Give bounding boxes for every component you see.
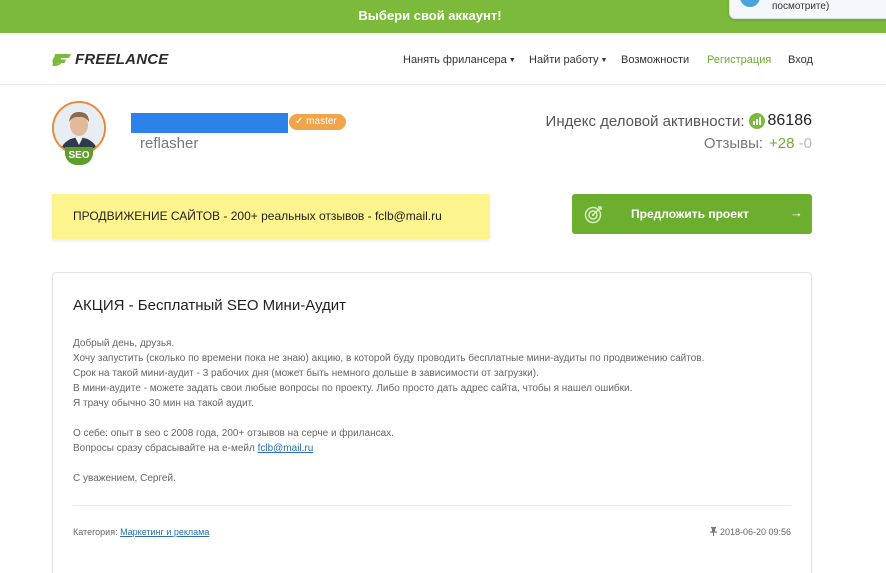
nav-find-work-label: Найти работу (529, 54, 599, 66)
activity-chart-icon (748, 113, 765, 129)
page: Выбери свой аккаунт! посмотрите) FREELAN… (0, 0, 886, 573)
propose-project-button[interactable]: Предложить проект → (572, 194, 812, 234)
activity-value: 86186 (767, 112, 813, 129)
help-tooltip: посмотрите) (729, 0, 886, 19)
propose-project-label: Предложить проект (631, 207, 749, 221)
nav-features[interactable]: Возможности (621, 54, 689, 66)
post-line: В мини-аудите - можете задать свои любые… (73, 383, 633, 394)
master-badge[interactable]: ✓ master (289, 114, 346, 130)
post-title: АКЦИЯ - Бесплатный SEO Мини-Аудит (73, 297, 347, 314)
reviews[interactable]: Отзывы: +28 -0 (704, 135, 812, 152)
reviews-positive[interactable]: +28 (769, 135, 794, 152)
contact-email-link[interactable]: fclb@mail.ru (258, 443, 314, 454)
reviews-negative[interactable]: -0 (799, 135, 812, 152)
site-logo[interactable]: FREELANCE (52, 51, 168, 68)
post-card: АКЦИЯ - Бесплатный SEO Мини-Аудит Добрый… (52, 272, 812, 573)
master-badge-label: master (306, 116, 337, 127)
card-divider (73, 505, 791, 506)
username: reflasher (140, 135, 199, 152)
post-date-value: 2018-06-20 09:56 (719, 527, 791, 537)
banner-text: ПРОДВИЖЕНИЕ САЙТОВ - 200+ реальных отзыв… (73, 209, 442, 223)
post-about: О себе: опыт в seo с 2008 года, 200+ отз… (73, 428, 394, 439)
help-bubble-icon (740, 0, 760, 7)
account-chooser-bar[interactable]: Выбери свой аккаунт! посмотрите) (0, 0, 886, 33)
nav-register[interactable]: Регистрация (707, 54, 771, 66)
freelance-logo-icon (52, 52, 72, 68)
post-line: Срок на такой мини-аудит - 3 рабочих дня… (73, 368, 539, 379)
post-contact-prefix: Вопросы сразу сбрасывайте на е-мейл (73, 443, 258, 454)
chevron-down-icon: ▼ (600, 57, 608, 64)
category-link[interactable]: Маркетинг и реклама (120, 527, 209, 537)
post-category: Категория: Маркетинг и реклама (73, 527, 209, 537)
help-tooltip-text: посмотрите) (772, 1, 830, 12)
arrow-right-icon: → (790, 205, 803, 220)
post-body: Добрый день, друзья. Хочу запустить (ско… (73, 336, 793, 486)
post-date: 2018-06-20 09:56 (710, 527, 791, 537)
avatar[interactable]: SEO (52, 101, 106, 167)
post-line: Хочу запустить (сколько по времени пока … (73, 353, 705, 364)
activity-index[interactable]: Индекс деловой активности: 86186 (546, 112, 812, 130)
reviews-label: Отзывы: (703, 135, 764, 152)
profile-banner: ПРОДВИЖЕНИЕ САЙТОВ - 200+ реальных отзыв… (52, 194, 490, 239)
post-line: Добрый день, друзья. (73, 338, 175, 349)
pin-icon (710, 527, 720, 537)
post-line: Я трачу обычно 30 мин на такой аудит. (73, 398, 254, 409)
post-contact: Вопросы сразу сбрасывайте на е-мейл fclb… (73, 441, 793, 456)
site-header: FREELANCE Нанять фрилансера ▼ Найти работ… (0, 33, 886, 85)
nav-login[interactable]: Вход (788, 54, 813, 66)
post-signature: С уважением, Сергей. (73, 473, 176, 484)
target-icon (584, 204, 604, 224)
nav-find-work[interactable]: Найти работу ▼ (529, 54, 607, 66)
nav-hire-freelancer[interactable]: Нанять фрилансера ▼ (403, 54, 516, 66)
category-label: Категория: (73, 527, 121, 537)
chevron-down-icon: ▼ (508, 57, 516, 64)
check-icon: ✓ (295, 116, 307, 127)
activity-label: Индекс деловой активности: (545, 112, 745, 130)
logo-text: FREELANCE (75, 51, 169, 68)
redacted-name (131, 113, 288, 133)
nav-hire-freelancer-label: Нанять фрилансера (403, 54, 507, 66)
seo-badge: SEO (65, 147, 93, 165)
